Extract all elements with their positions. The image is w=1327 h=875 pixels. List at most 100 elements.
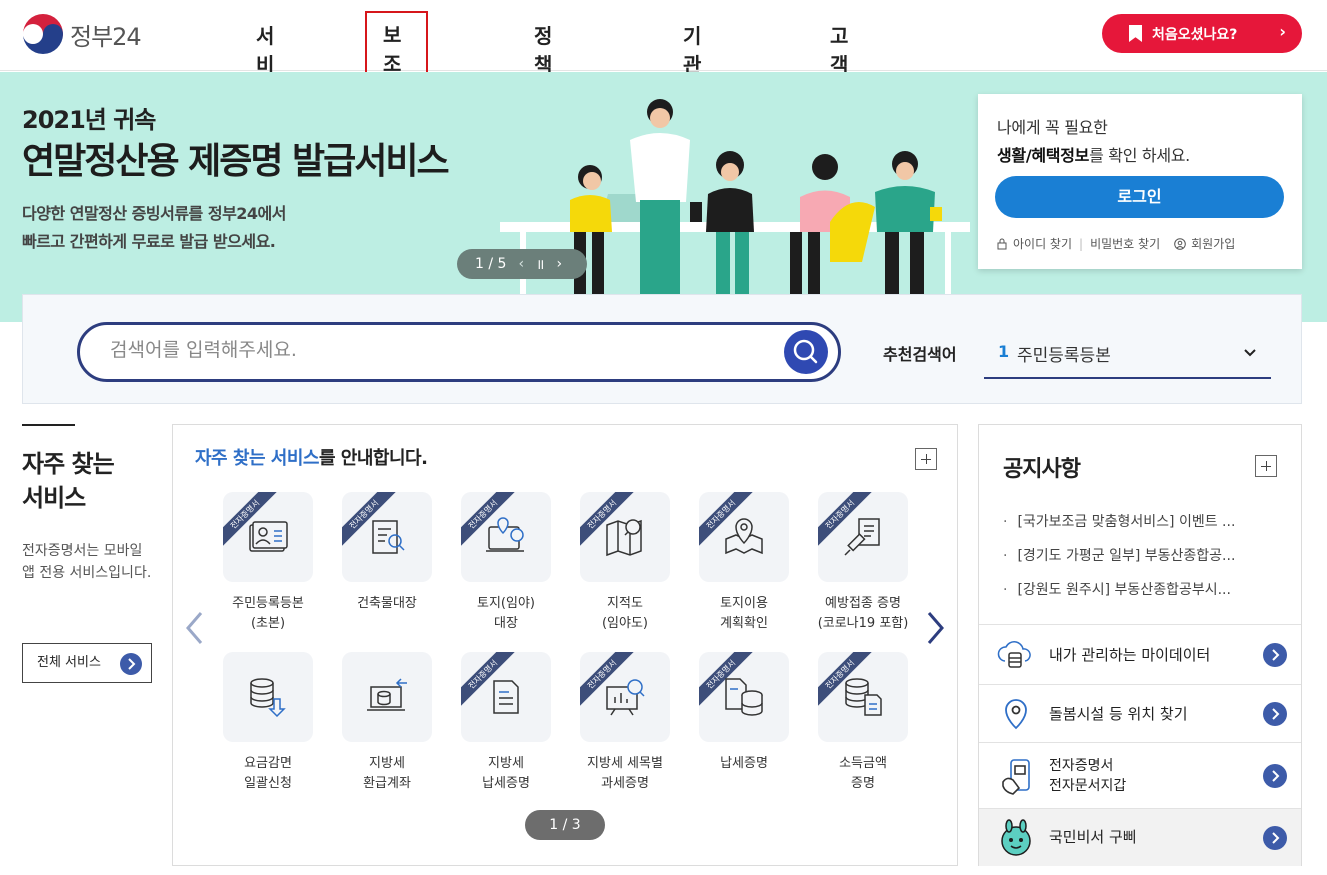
more-services-button[interactable] xyxy=(915,448,937,470)
search-icon xyxy=(793,339,818,364)
notice-panel: 공지사항 [국가보조금 맞춤형서비스] 이벤트 ... [경기도 가평군 일부]… xyxy=(978,424,1302,866)
login-msg-rest: 를 확인 하세요. xyxy=(1089,146,1190,165)
frequent-services-desc: 전자증명서는 모바일 앱 전용 서비스입니다. xyxy=(22,543,152,581)
service-tile[interactable] xyxy=(342,652,432,742)
notice-title: 공지사항 xyxy=(1003,457,1081,482)
quick-link-mydata[interactable]: 내가 관리하는 마이데이터 xyxy=(979,624,1301,684)
next-arrow-icon[interactable]: › xyxy=(556,256,562,272)
service-tile[interactable]: 전자증명서 xyxy=(818,652,908,742)
find-password-link[interactable]: 비밀번호 찾기 xyxy=(1090,235,1160,252)
service-label[interactable]: 납세증명 xyxy=(689,754,799,774)
prev-arrow-icon[interactable]: ‹ xyxy=(518,256,524,272)
service-label[interactable]: 지적도 (임야도) xyxy=(570,594,680,634)
service-item[interactable]: 요금감면 일괄신청 xyxy=(213,652,323,794)
service-item[interactable]: 전자증명서 지방세 납세증명 xyxy=(451,652,561,794)
pause-icon[interactable]: ॥ xyxy=(536,255,544,274)
service-item[interactable]: 지방세 환급계좌 xyxy=(332,652,442,794)
quick-link-label: 내가 관리하는 마이데이터 xyxy=(1049,646,1211,664)
service-label[interactable]: 소득금액 증명 xyxy=(808,754,918,794)
quick-link-e-wallet[interactable]: 전자증명서 전자문서지갑 xyxy=(979,742,1301,808)
service-label[interactable]: 토지이용 계획확인 xyxy=(689,594,799,634)
service-label[interactable]: 지방세 환급계좌 xyxy=(332,754,442,794)
document-icon xyxy=(493,680,519,714)
notice-item[interactable]: [강원도 원주시] 부동산종합공부시... xyxy=(1003,573,1293,607)
service-tile[interactable]: 전자증명서 xyxy=(818,492,908,582)
service-tile[interactable]: 전자증명서 xyxy=(699,492,789,582)
service-label[interactable]: 주민등록등본 (초본) xyxy=(213,594,323,634)
chart-board-icon xyxy=(606,679,645,716)
service-item[interactable]: 전자증명서 예방접종 증명 (코로나19 포함) xyxy=(808,492,918,634)
header: 정부24 서비스 보조금24 정책정보 기관정보 고객센터 처음오셨나요? › xyxy=(0,0,1327,138)
service-tile[interactable]: 전자증명서 xyxy=(699,652,789,742)
services-heading-rest: 를 안내합니다. xyxy=(318,448,428,469)
banner-description: 다양한 연말정산 증빙서류를 정부24에서 빠르고 간편하게 무료로 발급 받으… xyxy=(22,200,382,256)
chevron-right-icon[interactable] xyxy=(923,610,947,646)
chevron-right-icon xyxy=(1263,826,1287,850)
lock-icon xyxy=(997,238,1007,249)
syringe-icon xyxy=(844,518,880,556)
banner-desc-line1: 다양한 연말정산 증빙서류를 정부24에서 xyxy=(22,204,287,223)
logo[interactable]: 정부24 xyxy=(22,13,142,55)
recommended-keywords-dropdown[interactable]: 1 주민등록등본 xyxy=(984,331,1271,379)
services-heading-highlight: 자주 찾는 서비스 xyxy=(195,448,319,469)
notice-item[interactable]: [국가보조금 맞춤형서비스] 이벤트 ... xyxy=(1003,505,1293,539)
first-visit-button[interactable]: 처음오셨나요? › xyxy=(1102,14,1302,53)
service-item[interactable]: 전자증명서 건축물대장 xyxy=(332,492,442,614)
service-tile[interactable]: 전자증명서 xyxy=(580,492,670,582)
id-card-icon xyxy=(249,521,288,552)
quick-link-label: 국민비서 구삐 xyxy=(1049,828,1137,846)
service-label[interactable]: 토지(임야) 대장 xyxy=(451,594,561,634)
left-title-line1: 자주 찾는 xyxy=(22,450,115,478)
map-pin-icon xyxy=(725,518,763,555)
recommended-keywords-label: 추천검색어 xyxy=(883,345,957,364)
search-box[interactable] xyxy=(77,322,841,382)
logo-text: 정부24 xyxy=(70,22,142,51)
notice-item[interactable]: [경기도 가평군 일부] 부동산종합공... xyxy=(1003,539,1293,573)
all-services-label: 전체 서비스 xyxy=(37,655,101,670)
service-label[interactable]: 건축물대장 xyxy=(332,594,442,614)
map-search-icon xyxy=(606,519,642,557)
doc-database-icon xyxy=(725,678,763,716)
search-panel: 추천검색어 1 주민등록등본 xyxy=(22,294,1302,404)
service-item[interactable]: 전자증명서 주민등록등본 (초본) xyxy=(213,492,323,634)
service-tile[interactable]: 전자증명서 xyxy=(461,492,551,582)
service-item[interactable]: 전자증명서 토지(임야) 대장 xyxy=(451,492,561,634)
login-button[interactable]: 로그인 xyxy=(995,176,1284,218)
login-msg-line1: 나에게 꼭 필요한 xyxy=(997,118,1108,137)
service-label[interactable]: 요금감면 일괄신청 xyxy=(213,754,323,794)
service-item[interactable]: 전자증명서 지방세 세목별 과세증명 xyxy=(570,652,680,794)
service-item[interactable]: 전자증명서 지적도 (임야도) xyxy=(570,492,680,634)
banner-pager: 1 / 5 ‹ ॥ › xyxy=(457,249,587,279)
government-emblem-icon xyxy=(23,14,63,54)
more-notices-button[interactable] xyxy=(1255,455,1277,477)
chevron-right-icon xyxy=(120,653,142,675)
service-item[interactable]: 전자증명서 납세증명 xyxy=(689,652,799,774)
service-label[interactable]: 지방세 납세증명 xyxy=(451,754,561,794)
service-item[interactable]: 전자증명서 토지이용 계획확인 xyxy=(689,492,799,634)
join-link[interactable]: 회원가입 xyxy=(1191,235,1235,252)
all-services-button[interactable]: 전체 서비스 xyxy=(22,643,152,683)
quick-link-care-facility[interactable]: 돌봄시설 등 위치 찾기 xyxy=(979,684,1301,742)
quick-link-gubbi[interactable]: 국민비서 구삐 xyxy=(979,808,1301,866)
service-item[interactable]: 전자증명서 소득금액 증명 xyxy=(808,652,918,794)
banner-desc-line2: 빠르고 간편하게 무료로 발급 받으세요. xyxy=(22,232,276,251)
service-tile[interactable]: 전자증명서 xyxy=(223,492,313,582)
service-tile[interactable]: 전자증명서 xyxy=(580,652,670,742)
chevron-left-icon[interactable] xyxy=(183,610,207,646)
quick-link-label: 돌봄시설 등 위치 찾기 xyxy=(1049,705,1188,723)
service-tile[interactable]: 전자증명서 xyxy=(342,492,432,582)
banner-page-indicator: 1 / 5 xyxy=(475,256,507,272)
search-input[interactable] xyxy=(110,339,750,361)
service-label[interactable]: 예방접종 증명 (코로나19 포함) xyxy=(808,594,918,634)
service-label[interactable]: 지방세 세목별 과세증명 xyxy=(570,754,680,794)
chevron-right-icon: › xyxy=(1279,22,1286,41)
service-tile[interactable] xyxy=(223,652,313,742)
find-id-link[interactable]: 아이디 찾기 xyxy=(1013,235,1072,252)
banner-title: 연말정산용 제증명 발급서비스 xyxy=(22,141,450,182)
coins-doc-icon xyxy=(845,678,882,716)
search-button[interactable] xyxy=(784,330,828,374)
service-tile[interactable]: 전자증명서 xyxy=(461,652,551,742)
login-msg-bold: 생활/혜택정보 xyxy=(997,146,1090,165)
recommended-keyword[interactable]: 주민등록등본 xyxy=(1017,341,1111,366)
services-heading: 자주 찾는 서비스를 안내합니다. xyxy=(195,444,428,470)
